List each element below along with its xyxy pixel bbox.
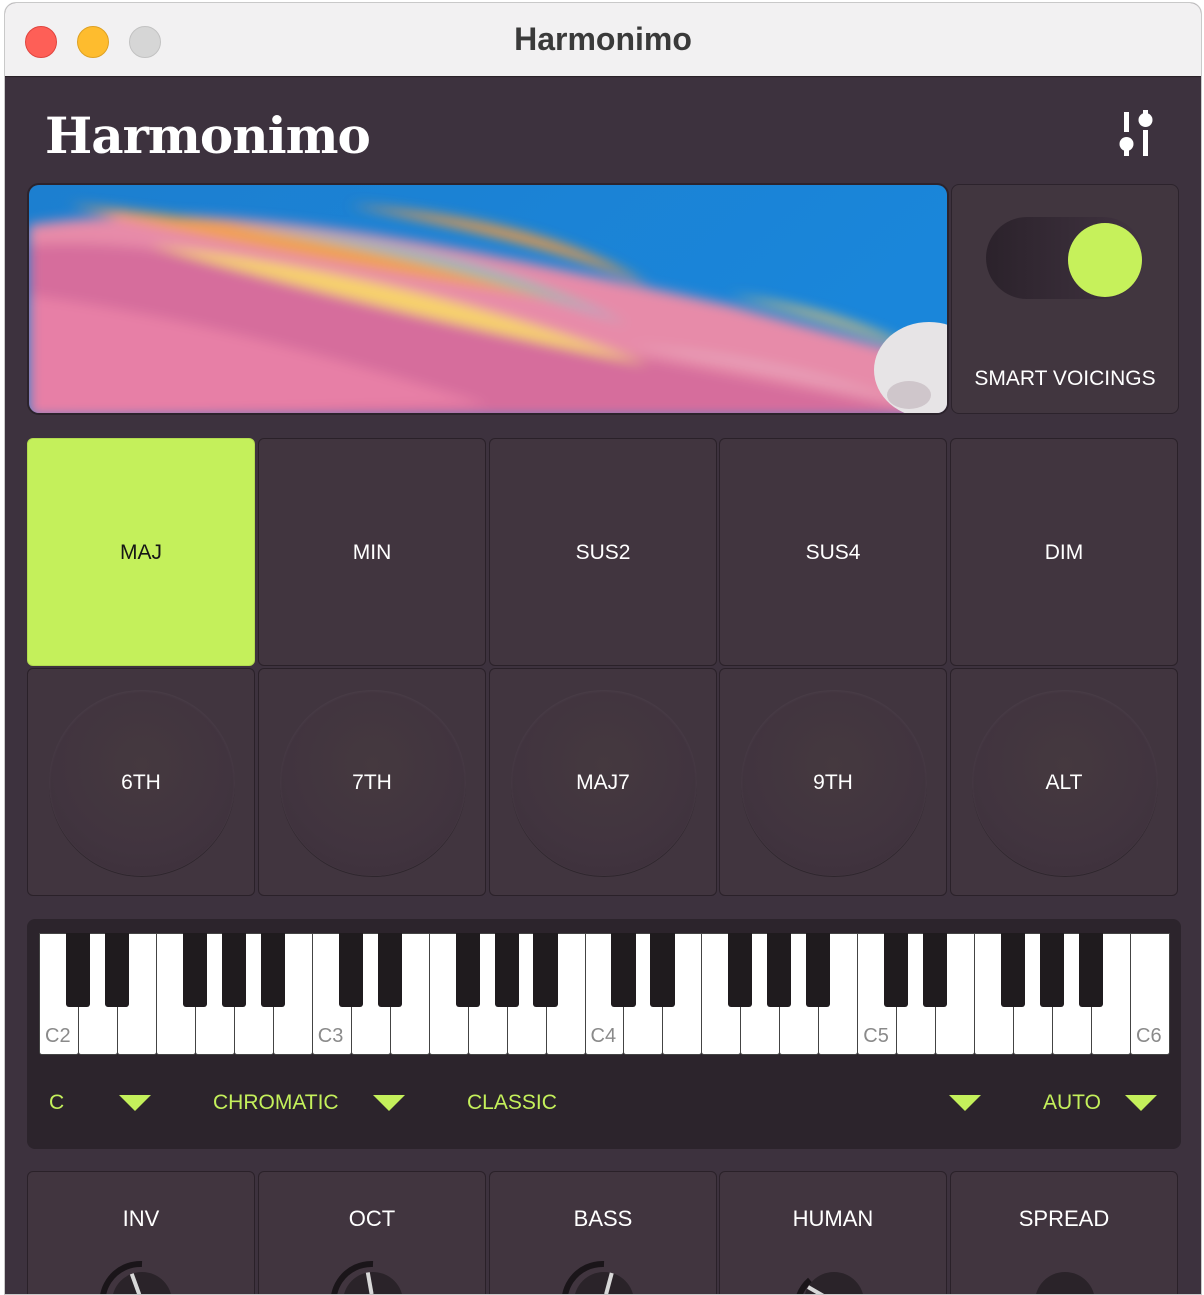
extension-pad-7th[interactable]: 7TH bbox=[258, 668, 486, 896]
scale-dropdown-caret-icon[interactable] bbox=[373, 1095, 405, 1111]
extension-pad-maj7[interactable]: MAJ7 bbox=[489, 668, 717, 896]
black-key[interactable] bbox=[728, 933, 753, 1007]
settings-sliders-button[interactable] bbox=[1115, 108, 1157, 160]
octave-label: C6 bbox=[1136, 1025, 1162, 1047]
smart-voicings-label: SMART VOICINGS bbox=[974, 367, 1156, 390]
chord-pad-min[interactable]: MIN bbox=[258, 438, 486, 666]
brand-logo: Harmonimo bbox=[45, 106, 371, 165]
knob-tile-inv: INV bbox=[27, 1171, 255, 1295]
pad-label: SUS4 bbox=[805, 541, 861, 564]
pad-label: SUS2 bbox=[575, 541, 631, 564]
pad-label: DIM bbox=[1044, 541, 1084, 564]
chord-pad-maj[interactable]: MAJ bbox=[27, 438, 255, 666]
key-dropdown-caret-icon[interactable] bbox=[119, 1095, 151, 1111]
knob-label: HUMAN bbox=[792, 1206, 874, 1231]
mode-select-value[interactable]: AUTO bbox=[1043, 1091, 1101, 1115]
black-key[interactable] bbox=[104, 933, 129, 1007]
pad-label: 9TH bbox=[813, 771, 853, 794]
chord-pad-dim[interactable]: DIM bbox=[950, 438, 1178, 666]
smart-voicings-panel: SMART VOICINGS bbox=[951, 184, 1179, 414]
black-key[interactable] bbox=[221, 933, 246, 1007]
title-bar: Harmonimo bbox=[5, 3, 1201, 77]
black-key[interactable] bbox=[1001, 933, 1026, 1007]
keyboard-panel: C2 C3 C4 C5 C6 C CHROMATIC CLASSIC AUTO bbox=[27, 919, 1181, 1149]
pad-label: MIN bbox=[352, 541, 392, 564]
knob-label: SPREAD bbox=[1018, 1206, 1110, 1231]
piano-keyboard: C2 C3 C4 C5 C6 bbox=[39, 933, 1170, 1055]
window-title: Harmonimo bbox=[514, 21, 692, 57]
black-key[interactable] bbox=[455, 933, 480, 1007]
toggle-knob bbox=[1068, 223, 1142, 297]
black-key[interactable] bbox=[884, 933, 909, 1007]
mode-dropdown-caret-icon[interactable] bbox=[1125, 1095, 1157, 1111]
sliders-icon bbox=[1119, 110, 1153, 156]
smart-voicings-toggle[interactable] bbox=[986, 217, 1144, 299]
pad-label: 7TH bbox=[352, 771, 392, 794]
extension-pad-9th[interactable]: 9TH bbox=[719, 668, 947, 896]
black-key[interactable] bbox=[494, 933, 519, 1007]
black-key[interactable] bbox=[338, 933, 363, 1007]
octave-label: C4 bbox=[590, 1025, 617, 1047]
black-key[interactable] bbox=[260, 933, 285, 1007]
chord-pad-sus2[interactable]: SUS2 bbox=[489, 438, 717, 666]
knob-tile-spread: SPREAD bbox=[950, 1171, 1178, 1295]
scale-select-value[interactable]: CHROMATIC bbox=[213, 1091, 339, 1115]
black-key[interactable] bbox=[182, 933, 207, 1007]
plugin-body: Harmonimo SMART VOICINGS MAJ MIN SUS2 SU… bbox=[5, 78, 1201, 1295]
black-key[interactable] bbox=[923, 933, 948, 1007]
spread-knob[interactable] bbox=[1021, 1258, 1109, 1295]
extension-pad-alt[interactable]: ALT bbox=[950, 668, 1178, 896]
hero-artwork bbox=[27, 183, 949, 415]
oct-knob[interactable] bbox=[329, 1258, 417, 1295]
pad-label: MAJ7 bbox=[576, 771, 630, 794]
style-select-value[interactable]: CLASSIC bbox=[467, 1091, 557, 1115]
black-key[interactable] bbox=[377, 933, 402, 1007]
key-select-value[interactable]: C bbox=[49, 1091, 64, 1115]
black-key[interactable] bbox=[1040, 933, 1065, 1007]
knob-label: BASS bbox=[573, 1206, 633, 1231]
pad-label: ALT bbox=[1045, 771, 1083, 794]
black-key[interactable] bbox=[1078, 933, 1104, 1007]
style-dropdown-caret-icon[interactable] bbox=[949, 1095, 981, 1111]
octave-label: C2 bbox=[45, 1025, 71, 1047]
inv-knob[interactable] bbox=[98, 1258, 186, 1295]
black-key[interactable] bbox=[767, 933, 792, 1007]
app-window: Harmonimo Harmonimo SMART VOICINGS MAJ M… bbox=[4, 2, 1202, 1295]
knob-tile-oct: OCT bbox=[258, 1171, 486, 1295]
knob-tile-human: HUMAN bbox=[719, 1171, 947, 1295]
black-key[interactable] bbox=[650, 933, 675, 1007]
pad-label: MAJ bbox=[120, 541, 162, 564]
knob-tile-bass: BASS bbox=[489, 1171, 717, 1295]
octave-label: C3 bbox=[317, 1025, 344, 1047]
human-knob[interactable] bbox=[790, 1258, 878, 1295]
extension-pad-6th[interactable]: 6TH bbox=[27, 668, 255, 896]
black-key[interactable] bbox=[65, 933, 91, 1007]
chord-pad-sus4[interactable]: SUS4 bbox=[719, 438, 947, 666]
black-key[interactable] bbox=[611, 933, 636, 1007]
pad-label: 6TH bbox=[121, 771, 161, 794]
knob-label: OCT bbox=[348, 1206, 396, 1231]
white-key[interactable]: C6 bbox=[1130, 933, 1170, 1055]
octave-label: C5 bbox=[863, 1025, 889, 1047]
bass-knob[interactable] bbox=[560, 1258, 648, 1295]
black-key[interactable] bbox=[533, 933, 558, 1007]
knob-label: INV bbox=[122, 1206, 160, 1231]
black-key[interactable] bbox=[806, 933, 831, 1007]
